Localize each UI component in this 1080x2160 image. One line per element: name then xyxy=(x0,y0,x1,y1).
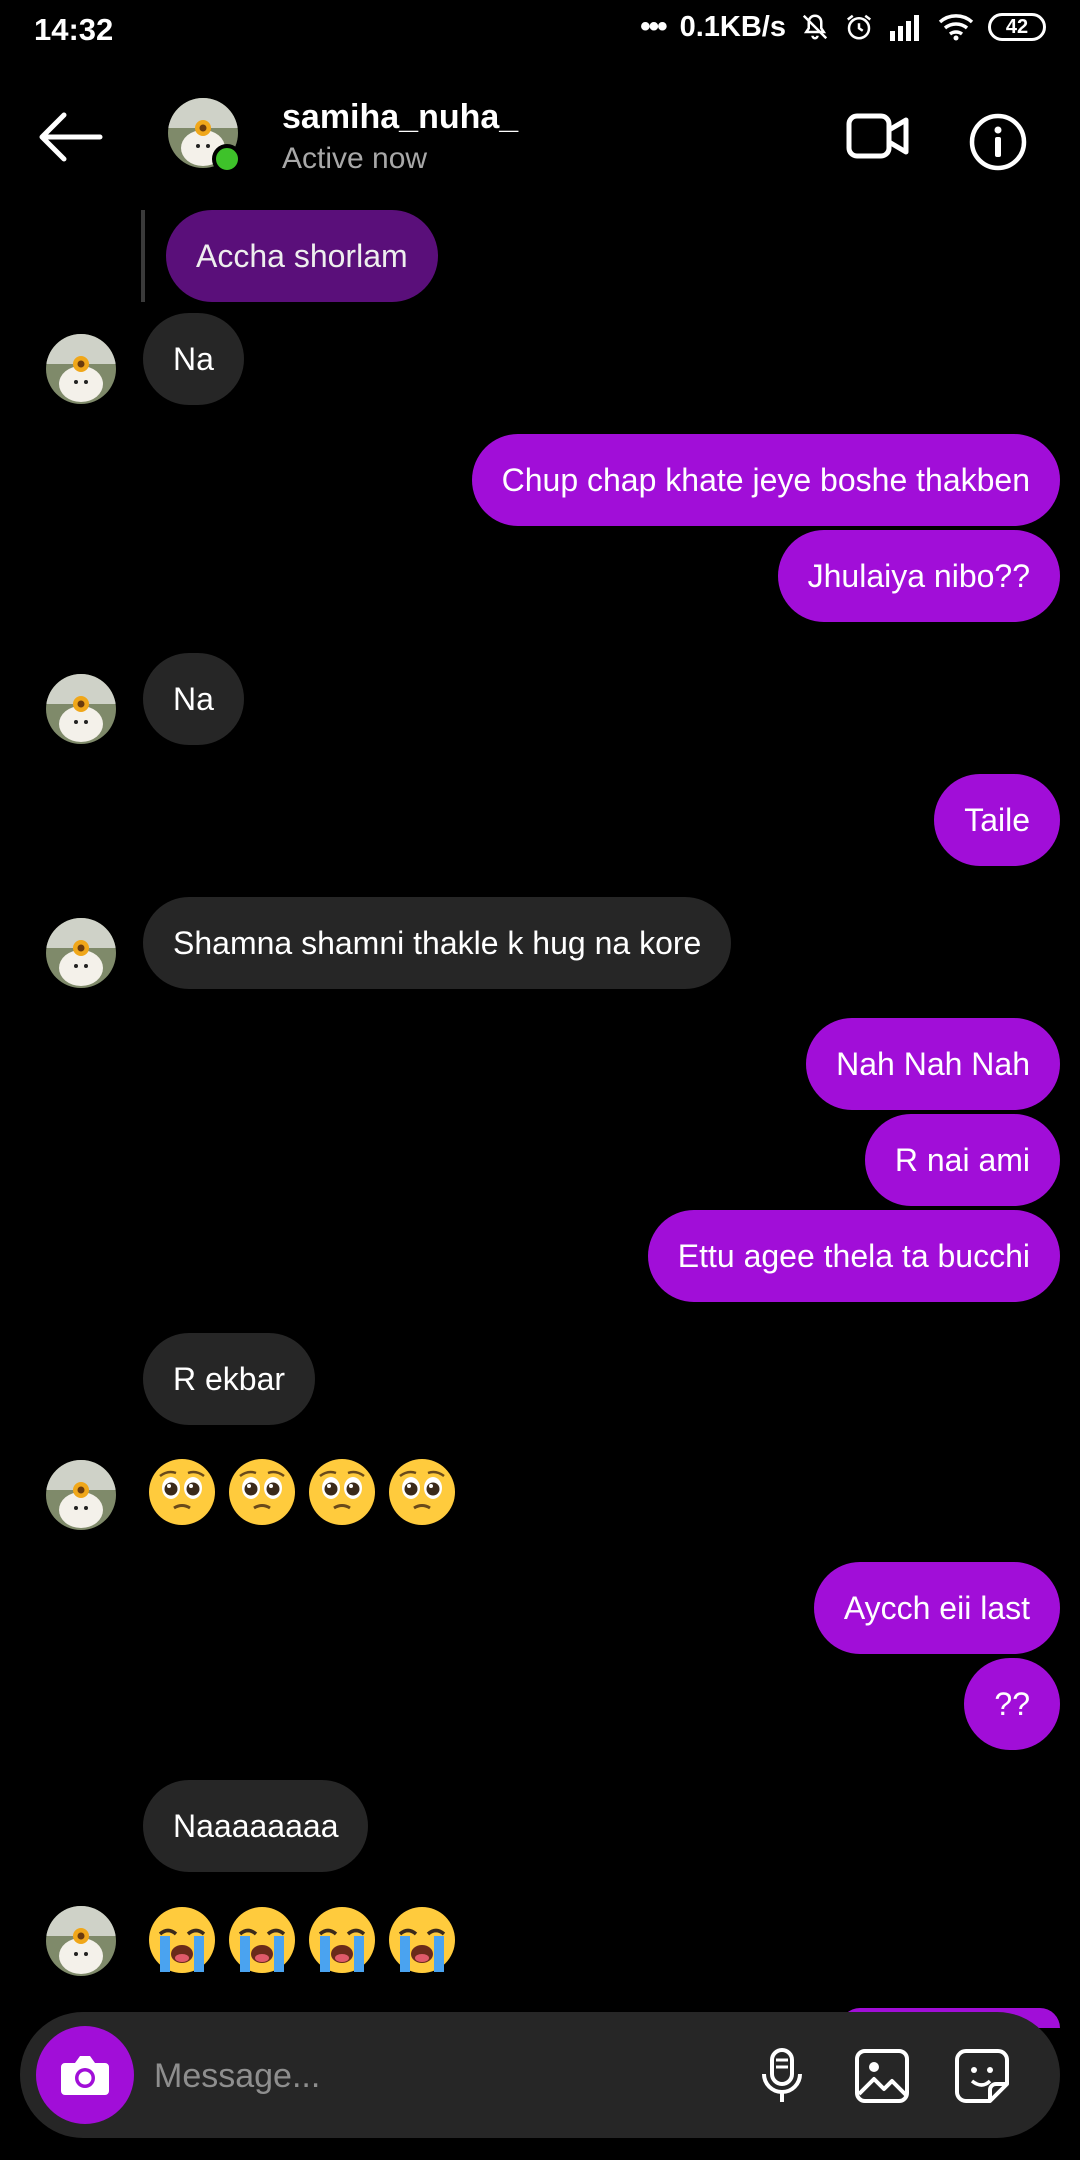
pleading-face-icon xyxy=(309,1459,375,1525)
status-icons: ••• 0.1KB/s 42 xyxy=(640,10,1046,44)
battery-icon: 42 xyxy=(988,13,1046,41)
reply-indicator xyxy=(141,210,145,302)
outgoing-message[interactable]: Nah Nah Nah xyxy=(806,1018,1060,1110)
incoming-message[interactable]: Naaaaaaaa xyxy=(143,1780,369,1872)
pleading-face-icon xyxy=(149,1459,215,1525)
loudly-crying-face-icon xyxy=(229,1907,295,1973)
contact-avatar[interactable] xyxy=(46,918,116,988)
message-composer xyxy=(20,2012,1060,2138)
back-arrow-icon[interactable] xyxy=(38,110,104,164)
emoji-message[interactable] xyxy=(146,1456,458,1528)
camera-button[interactable] xyxy=(36,2026,134,2124)
signal-icon xyxy=(888,13,924,41)
loudly-crying-face-icon xyxy=(309,1907,375,1973)
outgoing-message[interactable]: Jhulaiya nibo?? xyxy=(777,530,1060,622)
more-dots-icon: ••• xyxy=(640,10,667,43)
network-speed: 0.1KB/s xyxy=(679,10,786,43)
outgoing-message[interactable]: Taile xyxy=(934,774,1060,866)
outgoing-message[interactable]: ?? xyxy=(964,1658,1060,1750)
emoji-message[interactable] xyxy=(146,1904,458,1976)
contact-avatar[interactable] xyxy=(46,1460,116,1530)
outgoing-message[interactable]: Aycch eii last xyxy=(813,1562,1060,1654)
incoming-message[interactable]: Na xyxy=(143,653,244,745)
contact-avatar[interactable] xyxy=(46,674,116,744)
pleading-face-icon xyxy=(389,1459,455,1525)
microphone-icon[interactable] xyxy=(752,2046,812,2106)
outgoing-message[interactable]: Chup chap khate jeye boshe thakben xyxy=(471,434,1060,526)
incoming-message[interactable]: Na xyxy=(143,313,244,405)
gallery-icon[interactable] xyxy=(852,2046,912,2106)
contact-name[interactable]: samiha_nuha_ xyxy=(282,98,518,137)
online-indicator xyxy=(212,144,242,174)
reply-preview-bubble[interactable]: Accha shorlam xyxy=(166,210,438,302)
sticker-icon[interactable] xyxy=(952,2046,1012,2106)
incoming-message[interactable]: R ekbar xyxy=(143,1333,316,1425)
loudly-crying-face-icon xyxy=(389,1907,455,1973)
mute-bell-icon xyxy=(800,12,830,42)
loudly-crying-face-icon xyxy=(149,1907,215,1973)
message-input[interactable] xyxy=(152,2042,716,2110)
contact-avatar[interactable] xyxy=(46,334,116,404)
video-call-icon[interactable] xyxy=(846,110,910,162)
alarm-icon xyxy=(844,12,874,42)
contact-avatar[interactable] xyxy=(46,1906,116,1976)
incoming-message[interactable]: Shamna shamni thakle k hug na kore xyxy=(143,897,732,989)
outgoing-message[interactable]: R nai ami xyxy=(864,1114,1060,1206)
outgoing-message[interactable]: Ettu agee thela ta bucchi xyxy=(647,1210,1060,1302)
info-icon[interactable] xyxy=(968,112,1028,172)
status-bar: 14:32 ••• 0.1KB/s 42 xyxy=(0,0,1080,60)
active-status: Active now xyxy=(282,142,428,175)
camera-icon xyxy=(61,2056,109,2095)
status-time: 14:32 xyxy=(34,12,114,47)
pleading-face-icon xyxy=(229,1459,295,1525)
chat-header: samiha_nuha_ Active now xyxy=(0,80,1080,192)
wifi-icon xyxy=(938,13,974,41)
